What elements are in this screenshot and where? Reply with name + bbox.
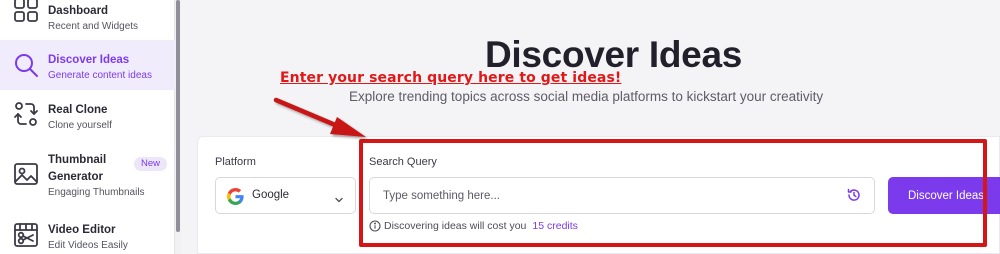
sidebar-scrollbar[interactable] (175, 0, 181, 254)
new-badge: New (134, 157, 168, 171)
film-scissors-icon (12, 221, 40, 249)
sidebar-item-subtitle: Edit Videos Easily (48, 240, 128, 251)
search-icon (12, 51, 40, 79)
sidebar-item-title: Discover Ideas (48, 54, 130, 66)
search-query-label: Search Query (369, 156, 437, 168)
discover-ideas-button[interactable]: Discover Ideas (888, 177, 1000, 214)
cost-credits: 15 credits (532, 220, 578, 232)
cost-text: Discovering ideas will cost you (384, 220, 527, 232)
sidebar-item-discover-ideas[interactable]: Discover Ideas Generate content ideas (0, 40, 175, 90)
info-icon (369, 220, 381, 232)
search-query-input[interactable] (369, 177, 875, 214)
grid-icon (12, 0, 40, 24)
sidebar-item-subtitle: Clone yourself (48, 120, 112, 131)
platform-selected-value: Google (252, 189, 290, 201)
sidebar-item-video-editor[interactable]: Video Editor Edit Videos Easily (0, 212, 175, 254)
history-icon[interactable] (846, 187, 862, 203)
sidebar-item-subtitle: Recent and Widgets (48, 21, 139, 32)
sidebar-item-title: Dashboard (48, 5, 109, 17)
chevron-down-icon (334, 192, 344, 203)
clone-swap-icon (12, 100, 40, 128)
sidebar: Dashboard Recent and Widgets Discover Id… (0, 0, 175, 254)
image-icon (12, 160, 40, 188)
sidebar-item-thumbnail-generator[interactable]: Thumbnail Generator Engaging Thumbnails (0, 140, 175, 210)
platform-label: Platform (215, 156, 256, 168)
google-icon (227, 188, 244, 205)
page-subtitle: Explore trending topics across social me… (349, 89, 824, 104)
platform-select[interactable]: Google (215, 177, 356, 214)
sidebar-item-title-line2: Generator (48, 171, 103, 183)
cost-note: Discovering ideas will cost you 15 credi… (369, 220, 578, 232)
annotation-text: Enter your search query here to get idea… (280, 70, 622, 86)
sidebar-item-real-clone[interactable]: Real Clone Clone yourself (0, 90, 175, 140)
sidebar-item-subtitle: Engaging Thumbnails (48, 187, 145, 198)
scrollbar-thumb[interactable] (176, 0, 180, 232)
sidebar-item-dashboard[interactable]: Dashboard Recent and Widgets (0, 0, 175, 40)
sidebar-item-subtitle: Generate content ideas (48, 70, 152, 81)
sidebar-item-title: Video Editor (48, 224, 116, 236)
sidebar-item-title: Thumbnail (48, 154, 107, 166)
sidebar-item-title: Real Clone (48, 104, 108, 116)
